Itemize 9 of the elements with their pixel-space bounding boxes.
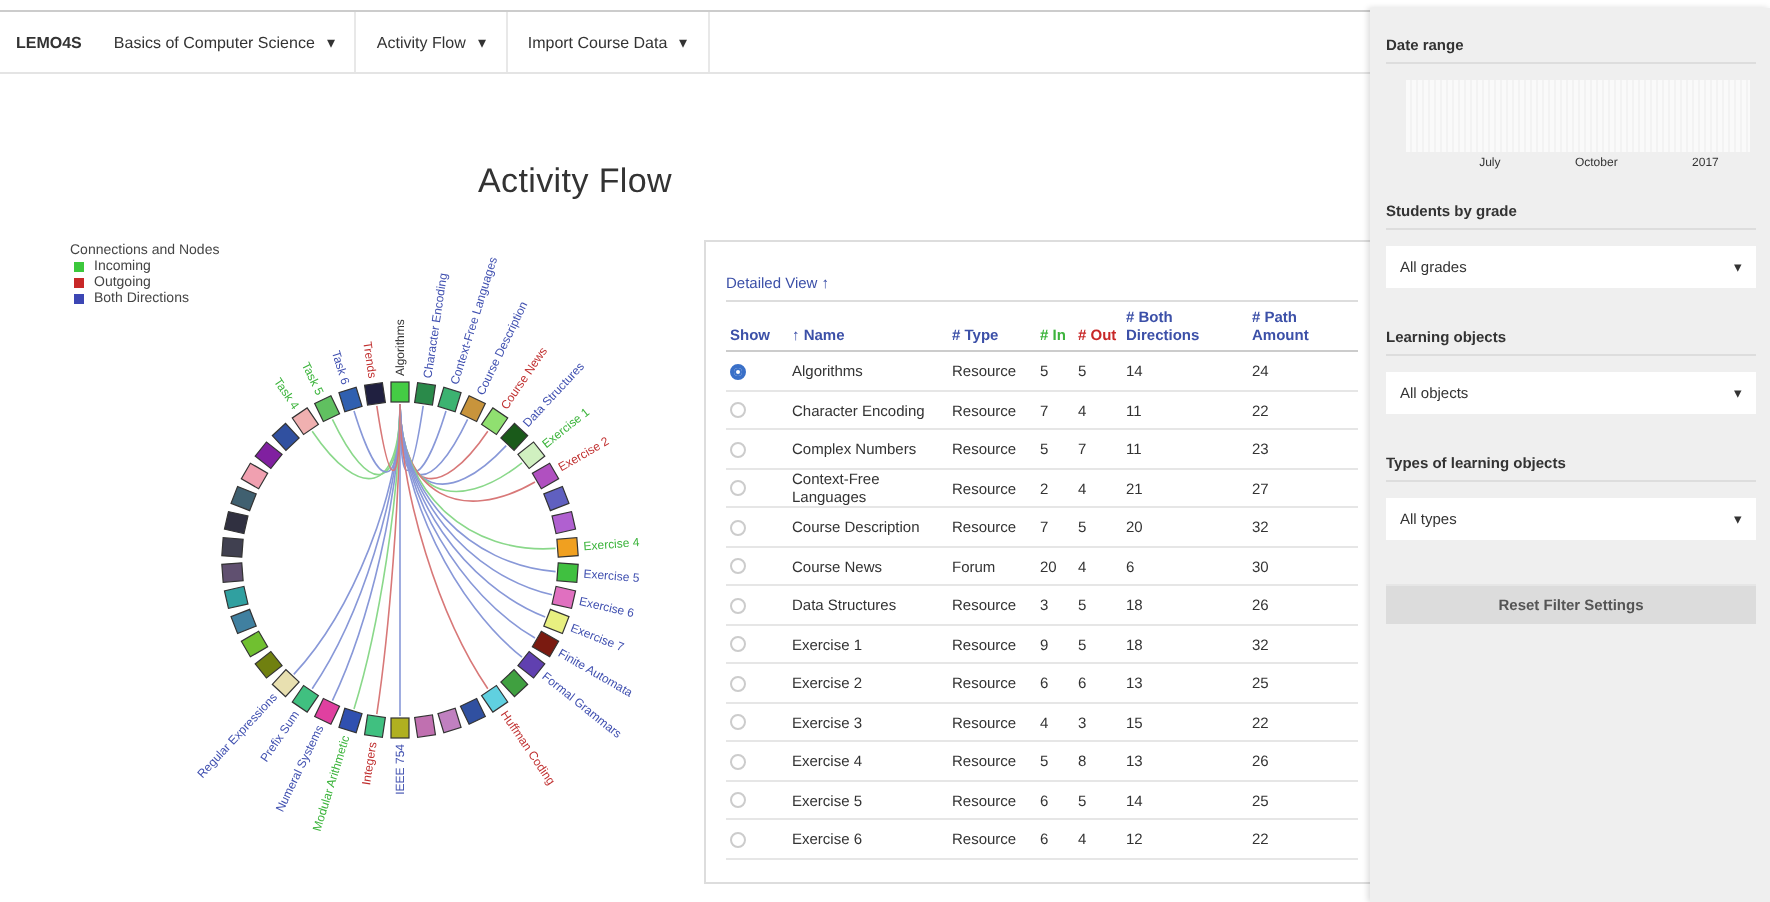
nav-menu[interactable]: Activity Flow ▾ — [356, 12, 508, 72]
caret-icon: ▾ — [326, 33, 335, 51]
brand-name: LEMO4S — [16, 33, 82, 51]
radio-button[interactable] — [730, 363, 746, 379]
nav-menu[interactable]: Basics of Computer Science ▾ — [113, 12, 357, 72]
nav-menu[interactable]: Import Course Data ▾ — [507, 12, 710, 72]
caret-icon: ▾ — [477, 33, 486, 51]
caret-icon: ▾ — [679, 33, 688, 51]
page-title: Activity Flow — [475, 160, 675, 204]
